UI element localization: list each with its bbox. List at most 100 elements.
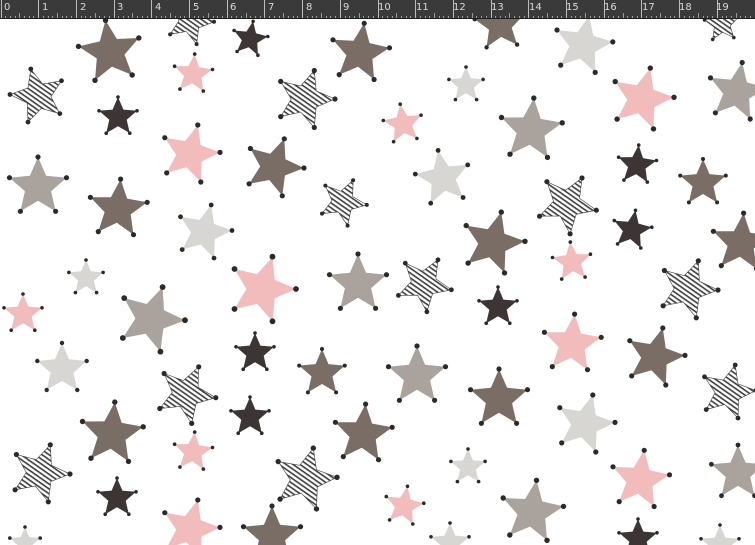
star-tip-dot — [305, 390, 310, 395]
star-tip-dot — [612, 419, 618, 425]
document-canvas[interactable] — [0, 19, 755, 545]
star-tip-dot — [84, 258, 88, 262]
star-tip-dot — [396, 293, 401, 298]
star-tip-dot — [442, 364, 449, 370]
star-tip-dot — [47, 442, 53, 448]
ruler-label-18: 18 — [679, 2, 692, 13]
star-tip-dot — [383, 272, 390, 278]
star-tip-dot — [208, 202, 214, 208]
star-tip-dot — [260, 431, 264, 436]
brown-star — [243, 506, 301, 545]
ruler-label-1: 1 — [42, 2, 49, 13]
star-tip-dot — [386, 45, 393, 51]
star-tip-dot — [326, 272, 333, 278]
star-tip-dot — [559, 440, 565, 446]
star-tip-dot — [655, 531, 659, 535]
star-tip-dot — [737, 537, 741, 541]
star-tip-dot — [278, 78, 284, 84]
horizontal-ruler[interactable]: 0 1 2 3 4 5 6 7 8 9 10 11 12 13 14 15 16… — [0, 0, 755, 19]
star-tip-dot — [396, 397, 402, 403]
star-tip-dot — [447, 77, 451, 82]
star-tip-dot — [419, 113, 423, 117]
star-tip-dot — [544, 537, 550, 543]
star-tip-dot — [159, 284, 166, 290]
star-tip-dot — [498, 209, 504, 215]
star-tip-dot — [162, 135, 168, 141]
star-tip-dot — [455, 479, 460, 484]
brown-star — [680, 159, 726, 203]
star-tip-dot — [336, 72, 342, 78]
ruler-label-7: 7 — [268, 2, 275, 13]
star-tip-dot — [666, 472, 673, 478]
light-star — [415, 150, 468, 204]
star-tip-dot — [251, 19, 255, 24]
star-tip-dot — [496, 285, 500, 289]
star-tip-dot — [178, 87, 182, 91]
star-tip-dot — [703, 407, 709, 412]
taupe-star — [9, 157, 67, 212]
star-tip-dot — [645, 180, 650, 184]
pink-star — [544, 314, 602, 370]
star-tip-dot — [484, 45, 489, 50]
star-tip-dot — [719, 493, 724, 499]
star-tip-dot — [682, 352, 688, 358]
light-star — [37, 343, 87, 390]
brown-star — [90, 179, 148, 235]
star-tip-dot — [467, 387, 474, 393]
ruler-label-16: 16 — [604, 2, 617, 13]
star-tip-dot — [428, 200, 434, 206]
star-tip-dot — [9, 328, 13, 333]
light-star — [431, 523, 469, 545]
star-tip-dot — [236, 431, 240, 436]
star-tip-dot — [464, 65, 468, 69]
star-tip-dot — [501, 270, 508, 276]
taupe-star — [710, 62, 755, 119]
star-tip-dot — [627, 338, 633, 344]
star-tip-dot — [723, 173, 728, 178]
star-tip-dot — [498, 114, 505, 121]
star-tip-dot — [412, 171, 418, 177]
star-tip-dot — [164, 170, 170, 176]
star-tip-dot — [194, 42, 199, 47]
star-tip-dot — [278, 114, 284, 120]
star-tip-dot — [144, 199, 150, 205]
star-tip-dot — [514, 420, 520, 426]
star-tip-dot — [334, 390, 339, 395]
star-tip-dot — [373, 305, 379, 311]
star-tip-dot — [121, 295, 128, 301]
star-tip-dot — [128, 131, 132, 135]
star-tip-dot — [96, 490, 100, 494]
star-tip-dot — [541, 329, 548, 335]
light-star — [448, 67, 484, 100]
star-tip-dot — [12, 487, 18, 493]
pink-star — [164, 125, 220, 182]
star-tip-dot — [639, 246, 643, 250]
dark-star — [618, 145, 657, 183]
star-tip-dot — [320, 347, 324, 351]
star-tip-dot — [593, 449, 599, 455]
light-star — [450, 449, 486, 482]
zebra-star — [538, 177, 598, 235]
star-tip-dot — [231, 306, 238, 312]
pink-star — [234, 256, 296, 322]
star-tip-dot — [241, 367, 245, 372]
star-tip-dot — [739, 59, 745, 66]
ruler-label-19: 19 — [716, 2, 729, 13]
star-tip-dot — [633, 208, 638, 213]
star-tip-dot — [402, 260, 408, 266]
star-tip-dot — [484, 321, 489, 326]
star-tip-dot — [229, 228, 235, 233]
star-tip-dot — [732, 35, 736, 40]
pink-star — [615, 68, 674, 129]
star-tip-dot — [45, 499, 51, 505]
brown-star — [333, 23, 390, 80]
star-tip-dot — [593, 207, 599, 213]
star-tip-dot — [125, 458, 132, 465]
star-tip-dot — [424, 309, 430, 315]
star-tip-dot — [7, 92, 13, 97]
star-tip-dot — [213, 395, 219, 401]
star-tip-dot — [583, 275, 587, 279]
star-tip-dot — [572, 311, 578, 317]
star-tip-dot — [332, 96, 338, 102]
star-tip-dot — [651, 503, 657, 510]
